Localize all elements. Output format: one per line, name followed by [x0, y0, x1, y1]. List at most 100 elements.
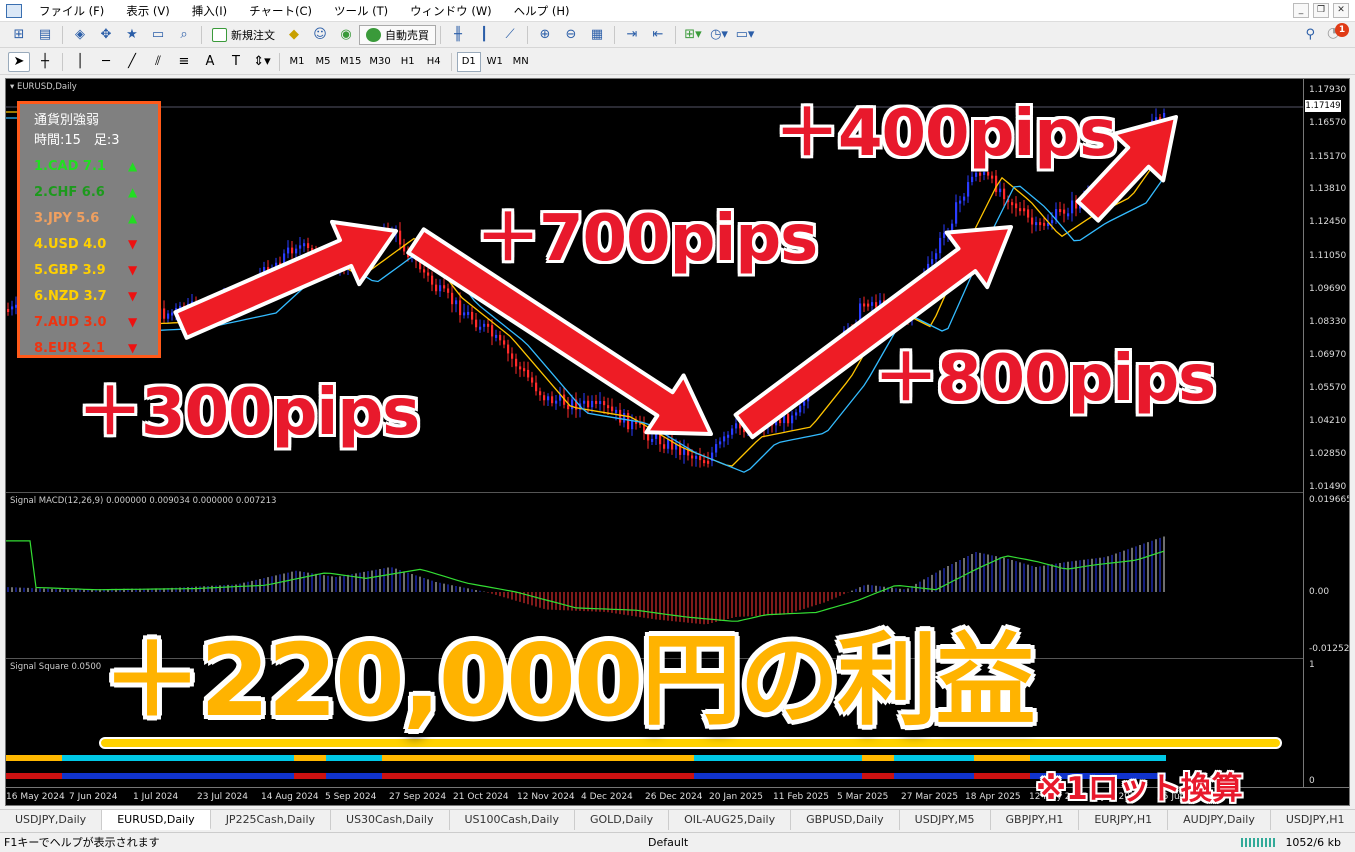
terminal-icon[interactable]: ▭	[147, 25, 169, 45]
strength-row: 5.GBP 3.9 ▼	[20, 257, 158, 283]
cursor-icon[interactable]: ➤	[8, 51, 30, 72]
menu-chart[interactable]: チャート(C)	[238, 0, 323, 22]
date-tick: 14 Aug 2024	[261, 792, 319, 802]
strength-row-label: 3.JPY 5.6	[34, 210, 100, 226]
timeframe-h1[interactable]: H1	[396, 52, 420, 72]
chart-tab[interactable]: OIL-AUG25,Daily	[669, 810, 792, 830]
trendline-icon[interactable]: ╱	[121, 52, 143, 72]
market-watch-icon[interactable]: ◈	[69, 25, 91, 45]
bar-chart-icon[interactable]: ╫	[447, 25, 469, 45]
macd-label: Signal MACD(12,26,9) 0.000000 0.009034 0…	[10, 496, 277, 506]
text-icon[interactable]: A	[199, 52, 221, 72]
auto-scroll-icon[interactable]: ⇥	[621, 25, 643, 45]
candle-chart-icon[interactable]: ┃	[473, 25, 495, 45]
auto-trading-button[interactable]: 自動売買	[359, 24, 436, 45]
restore-icon[interactable]: ❐	[1313, 3, 1329, 18]
chart-shift-icon[interactable]: ⇤	[647, 25, 669, 45]
timeframe-m5[interactable]: M5	[311, 52, 335, 72]
periods-icon[interactable]: ◷▾	[708, 25, 730, 45]
horizontal-line-icon[interactable]: ─	[95, 52, 117, 72]
currency-strength-panel: 通貨別強弱 時間:15 足:3 1.CAD 7.1 ▲ 2.CHF 6.6 ▲ 3.JP…	[17, 101, 161, 358]
menu-help[interactable]: ヘルプ (H)	[503, 0, 581, 22]
chart-window[interactable]: ▾ EURUSD,Daily Signal MACD(12,26,9) 0.00…	[5, 78, 1350, 806]
arrow-up-icon: ▲	[128, 185, 138, 199]
chart-tab[interactable]: EURUSD,Daily	[102, 810, 211, 830]
date-tick: 20 Jan 2025	[709, 792, 763, 802]
date-tick: 1 Jul 2024	[133, 792, 179, 802]
timeframe-h4[interactable]: H4	[422, 52, 446, 72]
signals-icon[interactable]: ☺	[309, 25, 331, 45]
timeframe-d1[interactable]: D1	[456, 51, 481, 72]
menu-file[interactable]: ファイル (F)	[28, 0, 115, 22]
profiles-icon[interactable]: ▤	[34, 25, 56, 45]
price-tick: 1.06970	[1309, 350, 1347, 360]
chart-tab[interactable]: AUDJPY,Daily	[1168, 810, 1271, 830]
strength-row: 1.CAD 7.1 ▲	[20, 153, 158, 179]
timeframe-m1[interactable]: M1	[285, 52, 309, 72]
chart-tab[interactable]: EURJPY,H1	[1079, 810, 1169, 830]
chart-tab[interactable]: USDJPY,H1	[1271, 810, 1355, 830]
menu-window[interactable]: ウィンドウ (W)	[399, 0, 503, 22]
date-tick: 7 Jun 2024	[69, 792, 118, 802]
new-order-button[interactable]: 新規注文	[206, 25, 281, 45]
zoom-in-icon[interactable]: ⊕	[534, 25, 556, 45]
notifications-button[interactable]: ◔ 1	[1327, 23, 1349, 45]
tester-icon[interactable]: ⌕	[173, 25, 195, 45]
arrow-down-icon: ▼	[128, 263, 138, 277]
vertical-line-icon[interactable]: │	[69, 52, 91, 72]
chart-tab[interactable]: JP225Cash,Daily	[211, 810, 332, 830]
navigator-icon[interactable]: ★	[121, 25, 143, 45]
chart-tab[interactable]: GBPJPY,H1	[991, 810, 1080, 830]
menu-insert[interactable]: 挿入(I)	[181, 0, 238, 22]
menu-view[interactable]: 表示 (V)	[115, 0, 181, 22]
strength-row: 6.NZD 3.7 ▼	[20, 283, 158, 309]
chart-tab[interactable]: GBPUSD,Daily	[791, 810, 900, 830]
date-tick: 21 Oct 2024	[453, 792, 509, 802]
price-tick: 1.09690	[1309, 284, 1347, 294]
search-icon[interactable]: ⚲	[1305, 27, 1315, 42]
macd-tick: 0.019665	[1309, 495, 1350, 505]
crosshair-icon[interactable]: ┼	[34, 52, 56, 72]
status-profile[interactable]: Default	[648, 833, 688, 852]
metaeditor-icon[interactable]: ◆	[283, 25, 305, 45]
line-chart-icon[interactable]: ⟋	[499, 25, 521, 45]
chart-tab[interactable]: USDJPY,Daily	[0, 810, 103, 830]
terminal-window: ファイル (F) 表示 (V) 挿入(I) チャート(C) ツール (T) ウィ…	[0, 0, 1355, 852]
timeframe-mn[interactable]: MN	[509, 52, 533, 72]
chart-tab[interactable]: GOLD,Daily	[575, 810, 670, 830]
timeframe-m15[interactable]: M15	[337, 52, 364, 72]
text-label-icon[interactable]: T	[225, 52, 247, 72]
new-chart-icon[interactable]: ⊞	[8, 25, 30, 45]
indicators-icon[interactable]: ⊞▾	[682, 25, 704, 45]
price-tick: 1.12450	[1309, 217, 1347, 227]
chart-tab[interactable]: USDJPY,M5	[900, 810, 991, 830]
price-tick: 1.17930	[1309, 85, 1347, 95]
line-studies-toolbar: ➤ ┼ │ ─ ╱ ⫽ ≡ A T ⇕▾ M1 M5 M15 M30 H1 H4…	[0, 49, 1355, 75]
close-icon[interactable]: ✕	[1333, 3, 1349, 18]
timeframe-m30[interactable]: M30	[366, 52, 393, 72]
chart-tab[interactable]: US100Cash,Daily	[450, 810, 575, 830]
menu-tools[interactable]: ツール (T)	[323, 0, 399, 22]
macd-tick: 0.00	[1309, 587, 1330, 597]
date-tick: 5 Mar 2025	[837, 792, 889, 802]
tile-windows-icon[interactable]: ▦	[586, 25, 608, 45]
minimize-icon[interactable]: _	[1293, 3, 1309, 18]
vps-icon[interactable]: ◉	[335, 25, 357, 45]
arrow-up-icon: ▲	[128, 211, 138, 225]
data-window-icon[interactable]: ✥	[95, 25, 117, 45]
date-tick: 27 Sep 2024	[389, 792, 447, 802]
arrow-down-icon: ▼	[128, 341, 138, 355]
date-tick: 18 Apr 2025	[965, 792, 1021, 802]
strength-row-label: 6.NZD 3.7	[34, 288, 107, 304]
price-axis[interactable]: 1.17930 1.17149 1.16570 1.15170 1.13810 …	[1303, 79, 1350, 787]
zoom-out-icon[interactable]: ⊖	[560, 25, 582, 45]
chart-tab[interactable]: US30Cash,Daily	[331, 810, 450, 830]
price-tick: 1.16570	[1309, 118, 1347, 128]
chart-title: ▾ EURUSD,Daily	[10, 82, 77, 92]
arrow-down-icon: ▼	[128, 237, 138, 251]
templates-icon[interactable]: ▭▾	[734, 25, 756, 45]
channel-icon[interactable]: ⫽	[147, 52, 169, 72]
arrows-icon[interactable]: ⇕▾	[251, 52, 273, 72]
fibonacci-icon[interactable]: ≡	[173, 52, 195, 72]
timeframe-w1[interactable]: W1	[483, 52, 507, 72]
